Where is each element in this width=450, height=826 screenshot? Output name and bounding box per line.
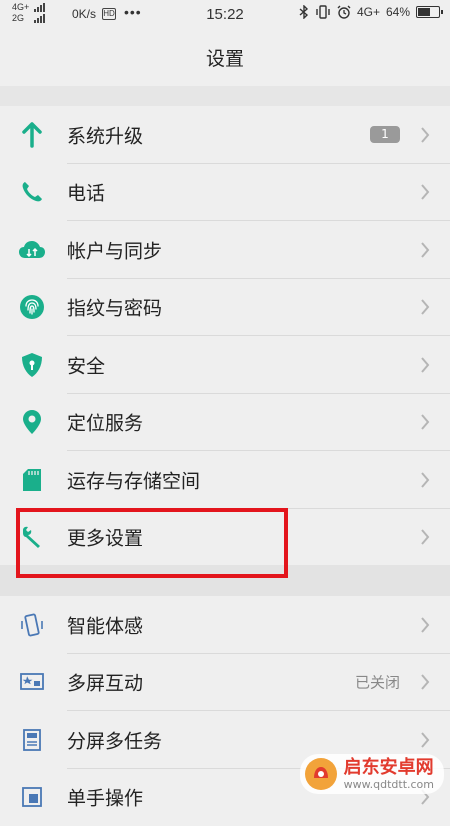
settings-item-label: 分屏多任务	[67, 726, 162, 753]
settings-item-label: 指纹与密码	[67, 294, 162, 321]
screen-cast-icon	[18, 668, 46, 696]
settings-item-label: 智能体感	[67, 611, 143, 638]
settings-item-label: 安全	[67, 351, 105, 378]
phone-motion-icon	[18, 611, 46, 639]
chevron-right-icon	[420, 242, 430, 258]
status-text: 已关闭	[355, 672, 400, 693]
status-bar: 4G+ 2G 0K/s HD ••• 15:22 4G+ 64%	[0, 0, 450, 30]
title-bar: 设置	[0, 30, 450, 86]
settings-item-label: 定位服务	[67, 409, 143, 436]
section-gap	[0, 565, 450, 596]
settings-item-account-sync[interactable]: 帐户与同步	[0, 221, 450, 279]
chevron-right-icon	[420, 674, 430, 690]
settings-item-system-update[interactable]: 系统升级 1	[0, 106, 450, 164]
chevron-right-icon	[420, 617, 430, 633]
chevron-right-icon	[420, 472, 430, 488]
watermark: 启东安卓网 www.qdtdtt.com	[300, 754, 444, 794]
settings-item-smart-motion[interactable]: 智能体感	[0, 596, 450, 654]
update-badge: 1	[370, 126, 400, 143]
settings-item-storage[interactable]: 运存与存储空间	[0, 451, 450, 509]
settings-item-label: 帐户与同步	[67, 236, 162, 263]
chevron-right-icon	[420, 127, 430, 143]
chevron-right-icon	[420, 299, 430, 315]
settings-item-label: 更多设置	[67, 524, 143, 551]
sd-card-icon	[18, 466, 46, 494]
bluetooth-icon	[299, 5, 309, 19]
settings-item-location[interactable]: 定位服务	[0, 394, 450, 452]
location-pin-icon	[18, 408, 46, 436]
fingerprint-icon	[18, 293, 46, 321]
settings-item-multi-screen[interactable]: 多屏互动 已关闭	[0, 654, 450, 712]
page-title: 设置	[0, 44, 450, 71]
network-type-right: 4G+	[357, 5, 380, 19]
phone-icon	[18, 178, 46, 206]
alarm-icon	[337, 5, 351, 19]
one-hand-icon	[18, 783, 46, 811]
settings-item-security[interactable]: 安全	[0, 336, 450, 394]
chevron-right-icon	[420, 529, 430, 545]
status-icons-right: 4G+ 64%	[299, 5, 440, 19]
settings-group-1: 系统升级 1 电话 帐户与同步 指纹与密码 安全	[0, 106, 450, 566]
watermark-url: www.qdtdtt.com	[344, 778, 434, 791]
settings-item-label: 运存与存储空间	[67, 466, 200, 493]
watermark-logo-icon	[304, 757, 338, 791]
arrow-up-icon	[18, 121, 46, 149]
section-divider	[0, 86, 450, 106]
vibrate-icon	[315, 5, 331, 19]
shield-icon	[18, 351, 46, 379]
battery-icon	[416, 6, 440, 18]
chevron-right-icon	[420, 357, 430, 373]
settings-item-more-settings[interactable]: 更多设置	[0, 509, 450, 567]
settings-item-phone[interactable]: 电话	[0, 164, 450, 222]
battery-percent: 64%	[386, 5, 410, 19]
settings-item-label: 电话	[67, 179, 105, 206]
split-screen-icon	[18, 726, 46, 754]
chevron-right-icon	[420, 414, 430, 430]
settings-item-label: 单手操作	[67, 784, 143, 811]
chevron-right-icon	[420, 732, 430, 748]
cloud-sync-icon	[18, 236, 46, 264]
chevron-right-icon	[420, 184, 430, 200]
watermark-title: 启东安卓网	[344, 758, 434, 778]
wrench-icon	[18, 523, 46, 551]
settings-item-label: 系统升级	[67, 121, 143, 148]
settings-item-fingerprint-password[interactable]: 指纹与密码	[0, 279, 450, 337]
settings-item-label: 多屏互动	[67, 669, 143, 696]
